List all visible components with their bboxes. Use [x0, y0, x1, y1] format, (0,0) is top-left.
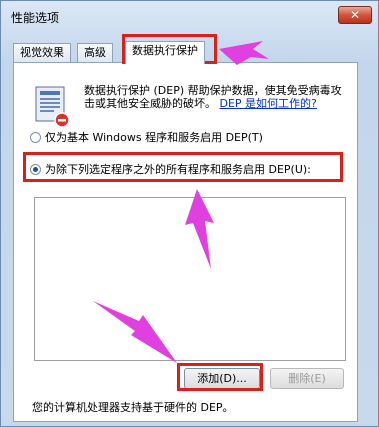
- annotation-arrows: [93, 41, 269, 363]
- arrow-to-add-button: [93, 301, 177, 363]
- arrow-to-option: [185, 189, 214, 269]
- tab-dep[interactable]: 数据执行保护: [125, 41, 205, 64]
- performance-options-window: 性能选项 ✕ 视觉效果 高级 数据执行保护 数据执行保护 (DEP) 帮助保护数…: [0, 0, 379, 427]
- arrow-to-dep-tab: [219, 41, 269, 65]
